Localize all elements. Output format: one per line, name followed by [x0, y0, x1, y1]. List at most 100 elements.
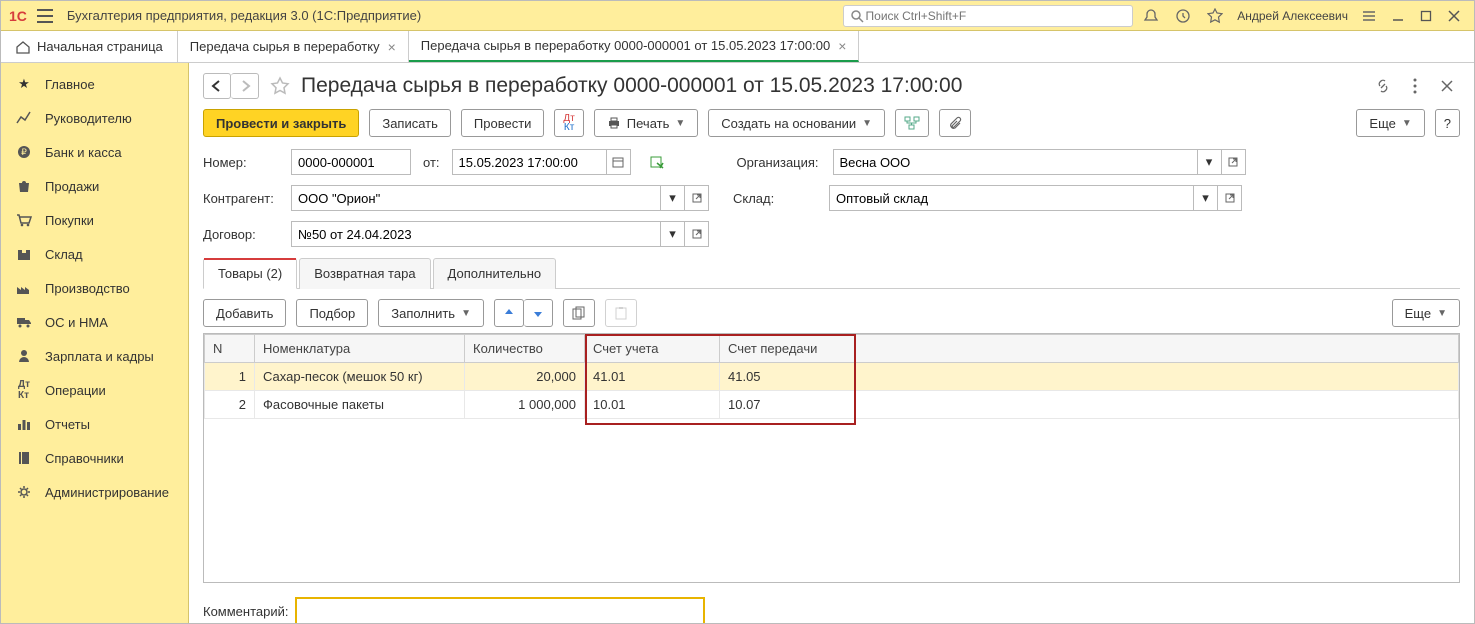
sidebar-item-warehouse[interactable]: Склад: [1, 237, 188, 271]
close-icon[interactable]: ×: [838, 38, 846, 54]
global-search[interactable]: [843, 5, 1133, 27]
more-vertical-icon[interactable]: [1402, 73, 1428, 99]
print-button[interactable]: Печать▼: [594, 109, 699, 137]
contract-label: Договор:: [203, 227, 283, 242]
post-button[interactable]: Провести: [461, 109, 545, 137]
sidebar-item-bank[interactable]: ₽Банк и касса: [1, 135, 188, 169]
sidebar-item-admin[interactable]: Администрирование: [1, 475, 188, 509]
favorite-star-icon[interactable]: [267, 73, 293, 99]
move-down-button[interactable]: [524, 299, 553, 327]
close-button[interactable]: [1442, 5, 1466, 27]
settings-icon[interactable]: [1356, 9, 1382, 23]
cell-acc2[interactable]: 10.07: [720, 391, 855, 419]
copy-button[interactable]: [563, 299, 595, 327]
col-quantity[interactable]: Количество: [465, 335, 585, 363]
warehouse-input[interactable]: [829, 185, 1194, 211]
fill-label: Заполнить: [391, 306, 455, 321]
warehouse-label: Склад:: [733, 191, 821, 206]
cell-n[interactable]: 1: [205, 363, 255, 391]
comment-input[interactable]: [295, 597, 705, 623]
cell-acc1[interactable]: 41.01: [585, 363, 720, 391]
sidebar-item-operations[interactable]: ДтКтОперации: [1, 373, 188, 407]
attach-button[interactable]: [939, 109, 971, 137]
table-more-button[interactable]: Еще▼: [1392, 299, 1460, 327]
link-icon[interactable]: [1370, 73, 1396, 99]
col-account-transfer[interactable]: Счет передачи: [720, 335, 855, 363]
cell-n[interactable]: 2: [205, 391, 255, 419]
forward-button[interactable]: [231, 73, 259, 99]
tab-goods[interactable]: Товары (2): [203, 258, 297, 289]
nav-tab[interactable]: Передача сырья в переработку 0000-000001…: [409, 31, 860, 62]
post-and-close-button[interactable]: Провести и закрыть: [203, 109, 359, 137]
cell-acc1[interactable]: 10.01: [585, 391, 720, 419]
sidebar-item-reports[interactable]: Отчеты: [1, 407, 188, 441]
maximize-button[interactable]: [1414, 5, 1438, 27]
cell-name[interactable]: Фасовочные пакеты: [255, 391, 465, 419]
nav-tab[interactable]: Передача сырья в переработку ×: [178, 31, 409, 62]
open-ref-icon[interactable]: [1218, 185, 1242, 211]
sidebar-item-label: Производство: [45, 281, 130, 296]
chevron-down-icon[interactable]: ▾: [1194, 185, 1218, 211]
sidebar-item-sales[interactable]: Продажи: [1, 169, 188, 203]
paste-button[interactable]: [605, 299, 637, 327]
move-up-button[interactable]: [494, 299, 524, 327]
save-button[interactable]: Записать: [369, 109, 451, 137]
sidebar-item-catalogs[interactable]: Справочники: [1, 441, 188, 475]
nav-tab-label: Передача сырья в переработку: [190, 39, 380, 54]
contract-input[interactable]: [291, 221, 661, 247]
org-input[interactable]: [833, 149, 1198, 175]
date-input[interactable]: [452, 149, 607, 175]
sidebar-item-production[interactable]: Производство: [1, 271, 188, 305]
col-account-uchet[interactable]: Счет учета: [585, 335, 720, 363]
add-row-button[interactable]: Добавить: [203, 299, 286, 327]
open-ref-icon[interactable]: [685, 185, 709, 211]
sidebar-item-label: ОС и НМА: [45, 315, 108, 330]
cell-qty[interactable]: 1 000,000: [465, 391, 585, 419]
sidebar-item-manager[interactable]: Руководителю: [1, 101, 188, 135]
status-posted-icon[interactable]: [645, 149, 671, 175]
pick-button[interactable]: Подбор: [296, 299, 368, 327]
fill-button[interactable]: Заполнить ▼: [378, 299, 484, 327]
cell-name[interactable]: Сахар-песок (мешок 50 кг): [255, 363, 465, 391]
book-icon: [15, 451, 33, 465]
nav-home[interactable]: Начальная страница: [1, 31, 178, 62]
structure-button[interactable]: [895, 109, 929, 137]
chevron-down-icon: ▼: [461, 308, 471, 319]
back-button[interactable]: [203, 73, 231, 99]
cell-qty[interactable]: 20,000: [465, 363, 585, 391]
sidebar-item-purchases[interactable]: Покупки: [1, 203, 188, 237]
table-row[interactable]: 2 Фасовочные пакеты 1 000,000 10.01 10.0…: [205, 391, 1459, 419]
sidebar-item-hr[interactable]: Зарплата и кадры: [1, 339, 188, 373]
chevron-down-icon[interactable]: ▾: [1198, 149, 1222, 175]
col-n[interactable]: N: [205, 335, 255, 363]
tab-returnable[interactable]: Возвратная тара: [299, 258, 430, 289]
open-ref-icon[interactable]: [1222, 149, 1246, 175]
star-icon[interactable]: [1201, 8, 1229, 24]
number-input[interactable]: [291, 149, 411, 175]
chevron-down-icon[interactable]: ▾: [661, 221, 685, 247]
calendar-icon[interactable]: [607, 149, 631, 175]
close-icon[interactable]: ×: [388, 39, 396, 55]
more-button[interactable]: Еще▼: [1356, 109, 1424, 137]
user-name[interactable]: Андрей Алексеевич: [1233, 9, 1352, 23]
open-ref-icon[interactable]: [685, 221, 709, 247]
col-nomenclature[interactable]: Номенклатура: [255, 335, 465, 363]
tab-additional[interactable]: Дополнительно: [433, 258, 557, 289]
history-icon[interactable]: [1169, 8, 1197, 24]
minimize-button[interactable]: [1386, 5, 1410, 27]
help-button[interactable]: ?: [1435, 109, 1460, 137]
chevron-down-icon[interactable]: ▾: [661, 185, 685, 211]
cart-icon: [15, 213, 33, 227]
contractor-input[interactable]: [291, 185, 661, 211]
create-based-on-button[interactable]: Создать на основании▼: [708, 109, 885, 137]
search-input[interactable]: [864, 8, 1127, 24]
close-doc-icon[interactable]: [1434, 73, 1460, 99]
sidebar-item-main[interactable]: ★Главное: [1, 67, 188, 101]
dtkt-button[interactable]: ДтКт: [554, 109, 583, 137]
menu-icon[interactable]: [31, 9, 59, 23]
cell-acc2[interactable]: 41.05: [720, 363, 855, 391]
sidebar-item-assets[interactable]: ОС и НМА: [1, 305, 188, 339]
table-row[interactable]: 1 Сахар-песок (мешок 50 кг) 20,000 41.01…: [205, 363, 1459, 391]
sidebar-item-label: Склад: [45, 247, 83, 262]
bell-icon[interactable]: [1137, 8, 1165, 24]
